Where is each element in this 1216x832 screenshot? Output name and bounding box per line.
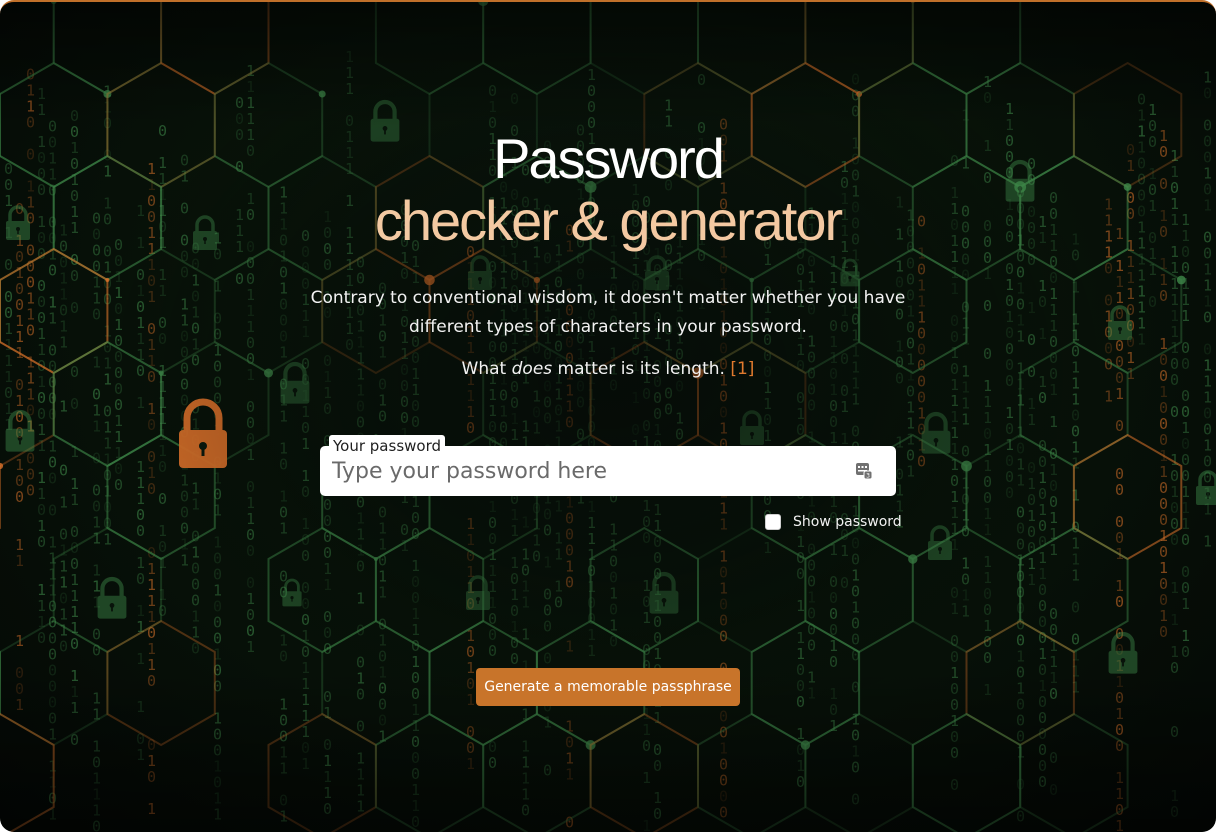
show-password-checkbox[interactable] <box>765 514 781 530</box>
main-content: Password checker & generator Contrary to… <box>0 2 1216 832</box>
page-title-line-2: checker & generator <box>374 189 843 252</box>
generate-passphrase-button[interactable]: Generate a memorable passphrase <box>476 668 740 706</box>
reference-link[interactable]: [1] <box>730 359 754 379</box>
length-note-emphasis: does <box>511 359 553 379</box>
svg-text:3: 3 <box>866 473 870 480</box>
intro-text: Contrary to conventional wisdom, it does… <box>310 288 906 337</box>
show-password-row[interactable]: Show password <box>765 512 902 532</box>
password-input[interactable] <box>332 452 832 490</box>
show-password-label[interactable]: Show password <box>793 512 902 532</box>
password-manager-icon[interactable]: 3 <box>855 461 873 481</box>
password-field-label: Your password <box>329 435 446 457</box>
length-note-prefix: What <box>461 359 512 379</box>
length-note-suffix: matter is its length. <box>552 359 731 379</box>
page-title-line-1: Password <box>493 127 725 190</box>
length-note: What does matter is its length. [1] <box>308 356 908 382</box>
app-window: 0011000111101101010011101001001110010110… <box>0 0 1216 832</box>
